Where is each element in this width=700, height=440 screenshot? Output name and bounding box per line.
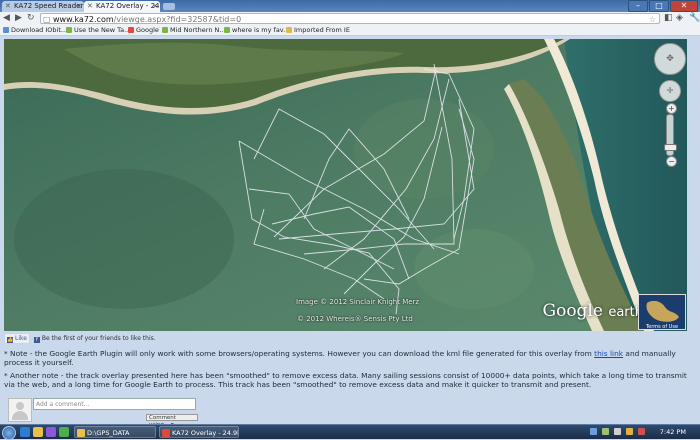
back-icon[interactable]: ◀ [3,13,10,24]
wrench-menu-icon[interactable]: 🔧 [689,13,700,24]
taskbar-item-folder[interactable]: D:\GPS_DATA [74,426,156,438]
terms-of-use-link[interactable]: Terms of Use [639,324,685,330]
facebook-like-row: 👍 Like f Be the first of your friends to l… [4,333,156,344]
google-earth-view[interactable]: Image © 2012 Sinclair Knight Merz © 2012… [4,39,687,331]
bookmark-favicon-icon [3,27,9,33]
look-around-control[interactable]: ✥ [654,43,686,75]
overview-minimap[interactable]: Terms of Use [638,294,686,330]
bookmark-item[interactable]: Mid Northern N... [162,25,226,35]
ie-icon[interactable] [20,427,30,437]
pan-icon: ✛ [666,86,674,95]
zoom-in-button[interactable]: + [666,103,677,114]
taskbar-item-browser[interactable]: KA72 Overlay - 24.9k... [159,426,239,438]
page-icon: ▢ [43,15,51,24]
comment-input[interactable]: Add a comment... [33,398,196,410]
move-control[interactable]: ✛ [659,80,681,102]
ka72-favicon-icon: ✕ [5,2,11,10]
comment-using-select[interactable]: Comment using... ▾ [146,414,198,428]
tab-speed-reader[interactable]: ✕ KA72 Speed Reader × [2,1,84,12]
close-window-icon[interactable]: ✕ [670,0,698,12]
new-tab-button[interactable] [163,3,175,10]
thumbs-up-icon: 👍 [7,337,14,343]
bookmark-item[interactable]: where is my fav... [224,25,289,35]
zoom-out-button[interactable]: − [666,156,677,167]
forward-icon[interactable]: ▶ [15,13,22,24]
clock[interactable]: 7:42 PM [660,425,686,439]
reload-icon[interactable]: ↻ [27,13,35,24]
like-friends-text: Be the first of your friends to like thi… [41,335,156,342]
facebook-icon: f [33,337,40,343]
extension-icon[interactable]: ◈ [676,13,683,24]
map-data-credit: © 2012 Whereis® Sensis Pty Ltd [297,315,413,323]
media-player-icon[interactable] [46,427,56,437]
bookmark-item[interactable]: Use the New Ta... [66,25,130,35]
plugin-note: * Note - the Google Earth Plugin will on… [4,349,676,368]
kml-download-link[interactable]: this link [594,349,623,358]
comment-widget: Add a comment... Comment using... ▾ [4,394,200,428]
satellite-image [4,39,687,331]
address-bar[interactable]: ▢ www.ka72.com/viewge.aspx?fid=32587&tid… [40,13,660,24]
google-earth-logo: Google earth [542,301,644,321]
bookmark-item[interactable]: Download IObit... [3,25,67,35]
explorer-icon[interactable] [33,427,43,437]
minimize-icon[interactable]: – [628,0,648,12]
smoothing-note: * Another note - the track overlay prese… [4,371,687,390]
bookmark-folder[interactable]: Imported From IE [286,25,350,35]
app-icon[interactable] [59,427,69,437]
ka72-favicon-icon: ✕ [87,2,93,10]
url-path: /viewge.aspx?fid=32587&tid=0 [113,15,242,24]
like-button[interactable]: 👍 Like [4,333,30,344]
bookmark-favicon-icon [224,27,230,33]
tray-icon[interactable] [638,428,645,435]
bookmark-favicon-icon [66,27,72,33]
google-favicon-icon [128,27,134,33]
windows-taskbar: D:\GPS_DATA KA72 Overlay - 24.9k... 7:42… [0,424,700,440]
avatar [8,398,32,422]
volume-icon[interactable] [626,428,633,435]
bookmark-star-icon[interactable]: ☆ [649,14,656,25]
bookmarks-bar: Download IObit... Use the New Ta... Goog… [0,25,700,36]
image-credit: Image © 2012 Sinclair Knight Merz [296,298,420,306]
extension-icon[interactable]: ◧ [664,13,673,24]
chrome-icon [162,429,170,437]
url-host: www.ka72.com [53,15,114,24]
tab-label: KA72 Overlay - 24.9k [96,2,160,10]
browser-toolbar: ◀ ▶ ↻ ▢ www.ka72.com/viewge.aspx?fid=325… [0,12,700,25]
tray-icon[interactable] [602,428,609,435]
maximize-icon[interactable]: □ [649,0,669,12]
folder-icon [77,429,85,437]
compass-icon: ✥ [666,54,674,64]
network-icon[interactable] [614,428,621,435]
tab-close-icon[interactable]: × [152,1,158,12]
tab-close-icon[interactable]: × [76,1,82,12]
window-controls: – □ ✕ [628,0,698,12]
zoom-slider-thumb[interactable] [664,144,677,151]
zoom-slider[interactable] [664,114,677,156]
bookmark-item[interactable]: Google [128,25,159,35]
tab-label: KA72 Speed Reader [14,2,84,10]
tray-icon[interactable] [590,428,597,435]
tab-overlay[interactable]: ✕ KA72 Overlay - 24.9k × [84,1,160,12]
folder-icon [286,27,292,33]
tab-strip: ✕ KA72 Speed Reader × ✕ KA72 Overlay - 2… [0,0,700,12]
bookmark-favicon-icon [162,27,168,33]
